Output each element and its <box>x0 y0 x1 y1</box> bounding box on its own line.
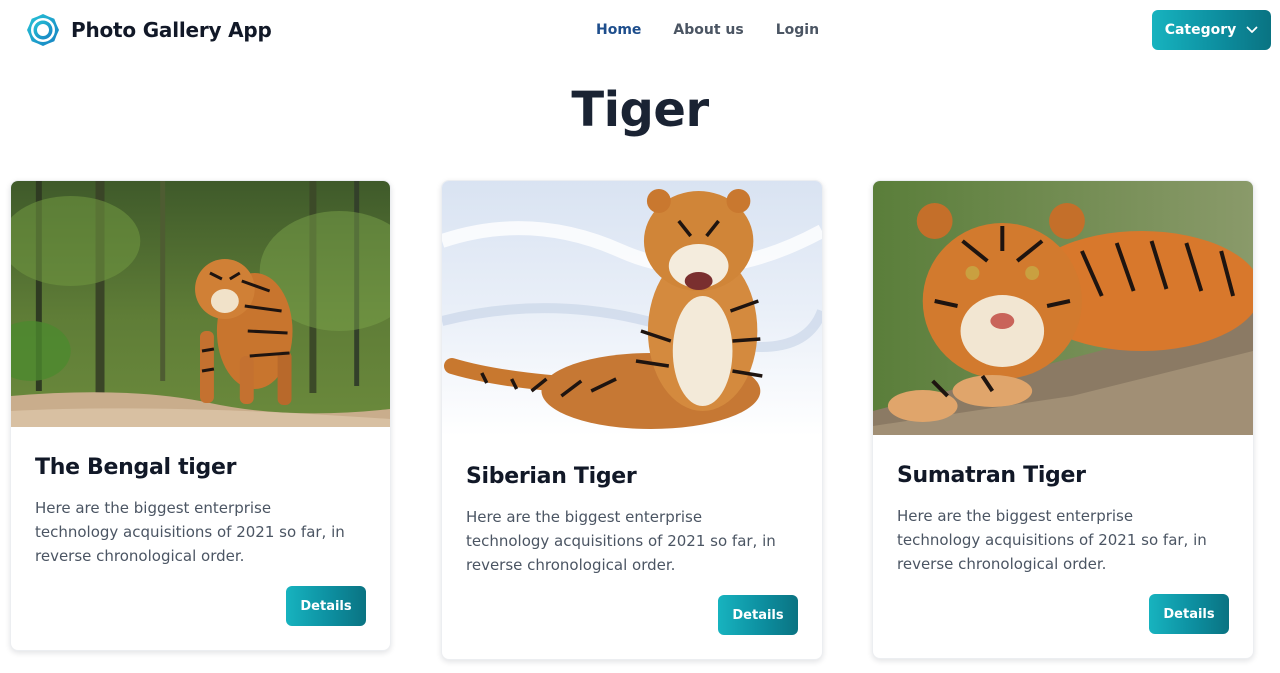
category-dropdown-button[interactable]: Category <box>1152 10 1271 50</box>
brand-link[interactable]: Photo Gallery App <box>25 12 272 48</box>
card-description: Here are the biggest enterprise technolo… <box>897 507 1207 573</box>
card-body: The Bengal tiger Here are the biggest en… <box>11 455 390 568</box>
details-button[interactable]: Details <box>1149 594 1229 634</box>
bengal-tiger-photo <box>11 181 390 427</box>
card-body: Siberian Tiger Here are the biggest ente… <box>442 464 822 577</box>
card-title: The Bengal tiger <box>35 455 237 480</box>
card-description: Here are the biggest enterprise technolo… <box>35 499 345 565</box>
card-description: Here are the biggest enterprise technolo… <box>466 508 776 574</box>
gear-aperture-icon <box>27 14 59 46</box>
card-body: Sumatran Tiger Here are the biggest ente… <box>873 463 1253 576</box>
card-title: Sumatran Tiger <box>897 463 1086 488</box>
nav-home-link[interactable]: Home <box>580 18 657 42</box>
navbar: Photo Gallery App Home About us Login Ca… <box>0 0 1280 62</box>
gallery-card: Sumatran Tiger Here are the biggest ente… <box>872 180 1254 659</box>
nav-login-link[interactable]: Login <box>760 18 835 42</box>
details-button[interactable]: Details <box>718 595 798 635</box>
nav-about-link[interactable]: About us <box>657 18 759 42</box>
siberian-tiger-photo <box>442 181 822 436</box>
card-title: Siberian Tiger <box>466 464 637 489</box>
chevron-down-icon <box>1246 26 1258 33</box>
sumatran-tiger-photo <box>873 181 1253 435</box>
category-button-label: Category <box>1164 22 1237 38</box>
details-button[interactable]: Details <box>286 586 366 626</box>
gallery-card: Siberian Tiger Here are the biggest ente… <box>441 180 823 660</box>
main-nav: Home About us Login <box>580 18 835 42</box>
app-name: Photo Gallery App <box>71 18 272 42</box>
gallery-card: The Bengal tiger Here are the biggest en… <box>10 180 391 651</box>
page-title: Tiger <box>571 82 709 138</box>
